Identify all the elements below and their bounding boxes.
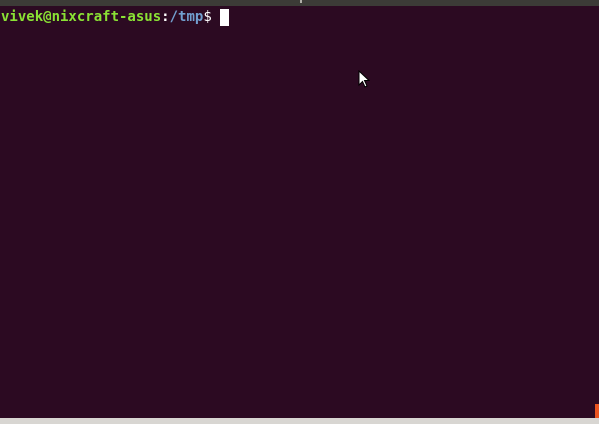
arrow-pointer-icon bbox=[358, 69, 371, 93]
prompt-symbol: $ bbox=[203, 9, 212, 25]
shell-prompt-line[interactable]: vivek@nixcraft-asus:/tmp$ bbox=[1, 9, 229, 26]
prompt-cwd: /tmp bbox=[169, 9, 204, 25]
top-edge-marker bbox=[300, 0, 302, 3]
prompt-user-host: vivek@nixcraft-asus bbox=[1, 9, 162, 25]
terminal-window: vivek@nixcraft-asus:/tmp$ bbox=[0, 0, 599, 424]
terminal-area[interactable]: vivek@nixcraft-asus:/tmp$ bbox=[0, 6, 596, 418]
bottom-window-strip bbox=[0, 418, 599, 424]
prompt-colon: : bbox=[161, 9, 170, 25]
text-cursor bbox=[219, 9, 229, 26]
scrollbar-thumb[interactable] bbox=[595, 404, 599, 418]
